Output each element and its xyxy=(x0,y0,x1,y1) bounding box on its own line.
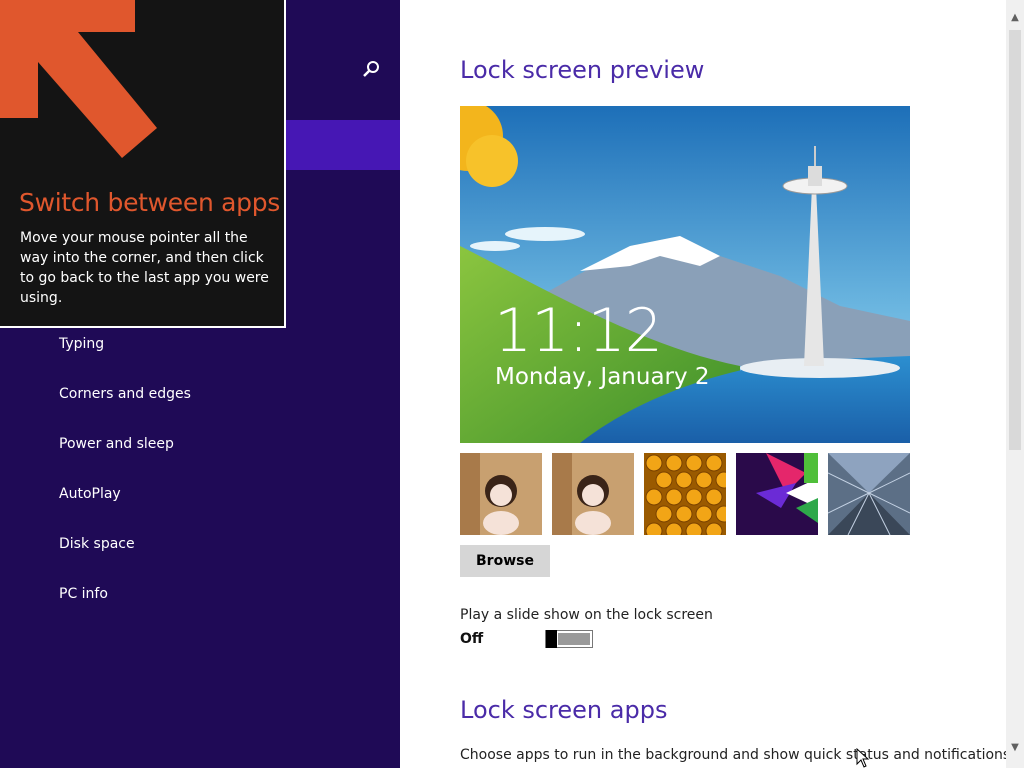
wallpaper-thumbnail-2[interactable] xyxy=(552,453,634,535)
lock-screen-settings: Lock screen preview 11:12 Monday, Januar… xyxy=(400,0,1015,768)
nav-item-pc-info[interactable]: PC info xyxy=(59,586,108,602)
lock-screen-preview-title: Lock screen preview xyxy=(460,56,705,84)
vertical-scrollbar[interactable]: ▲ ▼ xyxy=(1006,0,1024,768)
toggle-knob[interactable] xyxy=(546,630,557,648)
scroll-down-arrow-icon[interactable]: ▼ xyxy=(1006,738,1024,756)
arrow-up-left-icon xyxy=(0,0,157,158)
lock-screen-apps-description: Choose apps to run in the background and… xyxy=(460,747,1015,763)
wallpaper-thumbnail-4[interactable] xyxy=(736,453,818,535)
scrollbar-thumb[interactable] xyxy=(1009,30,1021,450)
tip-body: Move your mouse pointer all the way into… xyxy=(20,230,269,306)
lock-screen-time: 11:12 xyxy=(494,296,663,366)
nav-selected-item[interactable] xyxy=(286,120,400,170)
tip-overlay: Switch between apps Move your mouse poin… xyxy=(0,0,286,328)
slideshow-toggle[interactable] xyxy=(545,630,593,648)
wallpaper-thumbnail-3[interactable] xyxy=(644,453,726,535)
slideshow-state-label: Off xyxy=(460,631,484,647)
lock-screen-preview-image: 11:12 Monday, January 2 xyxy=(460,106,910,443)
nav-item-power-and-sleep[interactable]: Power and sleep xyxy=(59,436,174,452)
wallpaper-thumbnail-1[interactable] xyxy=(460,453,542,535)
seattle-landscape-image xyxy=(460,106,910,443)
search-icon[interactable] xyxy=(360,58,382,82)
nav-item-disk-space[interactable]: Disk space xyxy=(59,536,135,552)
wallpaper-thumbnail-5[interactable] xyxy=(828,453,910,535)
lock-screen-date: Monday, January 2 xyxy=(495,364,710,390)
slideshow-label: Play a slide show on the lock screen xyxy=(460,607,713,623)
mouse-cursor-icon xyxy=(856,748,870,768)
lock-screen-apps-title: Lock screen apps xyxy=(460,696,668,724)
browse-button[interactable]: Browse xyxy=(460,545,550,577)
nav-item-corners-and-edges[interactable]: Corners and edges xyxy=(59,386,191,402)
tip-title: Switch between apps xyxy=(19,188,281,217)
nav-item-typing[interactable]: Typing xyxy=(59,336,104,352)
toggle-track xyxy=(558,633,590,645)
scroll-up-arrow-icon[interactable]: ▲ xyxy=(1006,8,1024,26)
nav-item-autoplay[interactable]: AutoPlay xyxy=(59,486,121,502)
